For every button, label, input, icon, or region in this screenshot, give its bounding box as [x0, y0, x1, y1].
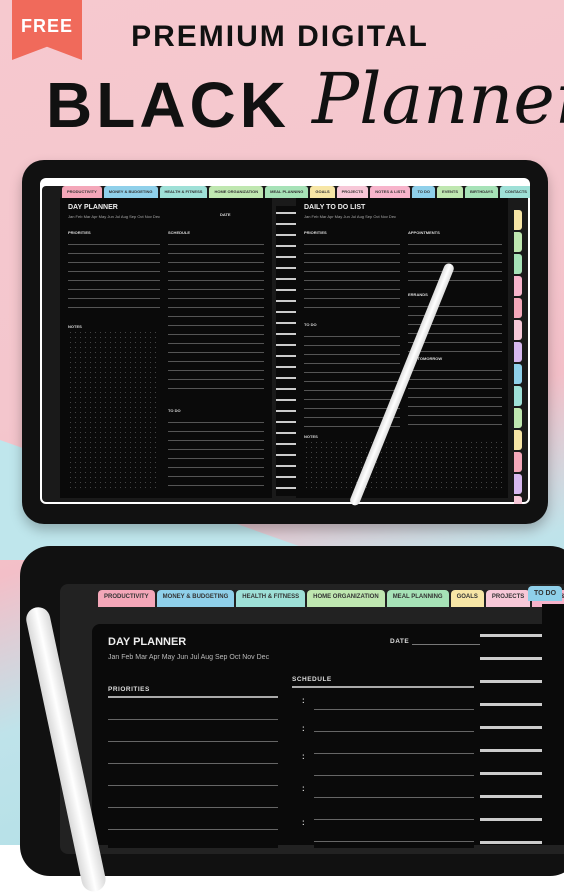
side-tab[interactable] [514, 276, 522, 296]
month-selector[interactable]: Jan Feb Mar Apr May Jun Jul Aug Sep Oct … [108, 654, 269, 661]
day-planner-page: DAY PLANNER Jan Feb Mar Apr May Jun Jul … [60, 198, 272, 498]
tab-productivity[interactable]: PRODUCTIVITY [98, 590, 155, 607]
todo-label: TO DO [168, 408, 181, 413]
side-tab[interactable] [514, 342, 522, 362]
errands-label: ERRANDS [408, 292, 428, 297]
tab-goals[interactable]: GOALS [450, 590, 484, 607]
spiral-binding-zoom [480, 624, 542, 845]
tab-contacts[interactable]: CONTACTS [500, 186, 530, 198]
month-selector[interactable]: Jan Feb Mar Apr May Jun Jul Aug Sep Oct … [304, 214, 396, 219]
side-tab[interactable] [514, 474, 522, 494]
tab-notes-lists[interactable]: NOTES & LISTS [370, 186, 411, 198]
side-tab[interactable] [514, 430, 522, 450]
tab-projects[interactable]: PROJECTS [485, 590, 531, 607]
tab-projects[interactable]: PROJECTS [336, 186, 369, 198]
schedule-lines [314, 688, 474, 848]
tablet-screen: PRODUCTIVITY MONEY & BUDGETING HEALTH & FI… [40, 178, 530, 504]
tab-to-do[interactable]: TO DO [528, 586, 563, 601]
day-planner-page-zoom: DAY PLANNER Jan Feb Mar Apr May Jun Jul … [92, 624, 506, 848]
tab-home-organization[interactable]: HOME ORGANIZATION [209, 186, 264, 198]
side-tab[interactable] [514, 254, 522, 274]
tab-meal-planning[interactable]: MEAL PLANNING [265, 186, 309, 198]
side-tab[interactable] [514, 408, 522, 428]
tab-events[interactable]: EVENTS [437, 186, 464, 198]
notes-label: NOTES [304, 434, 318, 439]
page-title: DAILY TO DO LIST [304, 204, 366, 211]
notes-dot-grid [304, 440, 502, 492]
side-tab-bar [514, 210, 522, 504]
for-tomorrow-lines [408, 362, 502, 428]
tab-productivity[interactable]: PRODUCTIVITY [62, 186, 102, 198]
planner-cover: PRODUCTIVITY MONEY & BUDGETING HEALTH & FI… [42, 186, 530, 504]
side-tab[interactable] [514, 298, 522, 318]
priorities-label: PRIORITIES [304, 230, 327, 235]
priorities-lines [108, 698, 278, 848]
todo-lines [168, 414, 264, 490]
date-label: DATE [390, 638, 410, 645]
priorities-label: PRIORITIES [108, 686, 150, 693]
notes-dot-grid [68, 330, 160, 490]
tablet-device: PRODUCTIVITY MONEY & BUDGETING HEALTH & FI… [22, 160, 548, 524]
tab-to-do[interactable]: TO DO [412, 186, 436, 198]
todo-label: TO DO [304, 322, 317, 327]
tab-health-fitness[interactable]: HEALTH & FITNESS [236, 590, 306, 607]
side-tab[interactable] [514, 452, 522, 472]
tab-birthdays[interactable]: BIRTHDAYS [465, 186, 499, 198]
tab-money-budgeting[interactable]: MONEY & BUDGETING [103, 186, 158, 198]
priorities-label: PRIORITIES [68, 230, 91, 235]
headline-black: BLACK [46, 69, 290, 141]
headline-planner: Planner [312, 58, 564, 140]
side-tab[interactable] [514, 364, 522, 384]
tab-goals[interactable]: GOALS [310, 186, 335, 198]
side-tab[interactable] [514, 386, 522, 406]
headline-premium-digital: PREMIUM DIGITAL [131, 20, 429, 53]
appointments-lines [408, 236, 502, 286]
time-colon: : [302, 752, 305, 761]
month-selector[interactable]: Jan Feb Mar Apr May Jun Jul Aug Sep Oct … [68, 214, 160, 219]
priorities-lines [68, 236, 160, 316]
schedule-lines [168, 236, 264, 396]
tab-money-budgeting[interactable]: MONEY & BUDGETING [156, 590, 235, 607]
schedule-label: SCHEDULE [292, 676, 332, 683]
page-title: DAY PLANNER [108, 636, 187, 648]
page-title: DAY PLANNER [68, 204, 118, 211]
time-colon: : [302, 696, 305, 705]
tab-health-fitness[interactable]: HEALTH & FITNESS [159, 186, 208, 198]
daily-todo-page: DAILY TO DO LIST Jan Feb Mar Apr May Jun… [296, 198, 508, 498]
tab-meal-planning[interactable]: MEAL PLANNING [386, 590, 449, 607]
time-colon: : [302, 784, 305, 793]
zoom-tab-bar: PRODUCTIVITY MONEY & BUDGETING HEALTH & FI… [98, 590, 564, 607]
side-tab[interactable] [514, 210, 522, 230]
side-tab[interactable] [514, 496, 522, 504]
priorities-lines [304, 236, 400, 312]
tab-home-organization[interactable]: HOME ORGANIZATION [307, 590, 385, 607]
notes-label: NOTES [68, 324, 82, 329]
date-label: DATE [220, 212, 231, 217]
side-tab[interactable] [514, 320, 522, 340]
time-colon: : [302, 818, 305, 827]
side-tab[interactable] [514, 232, 522, 252]
next-page-edge [542, 604, 564, 845]
spiral-binding [276, 206, 298, 496]
time-colon: : [302, 724, 305, 733]
appointments-label: APPOINTMENTS [408, 230, 440, 235]
schedule-label: SCHEDULE [168, 230, 191, 235]
